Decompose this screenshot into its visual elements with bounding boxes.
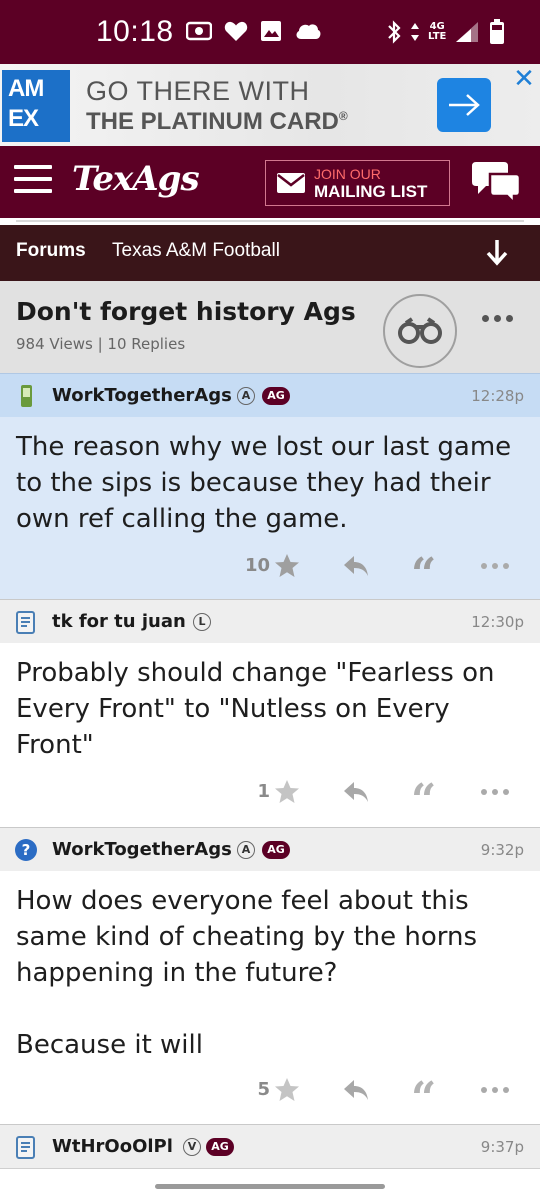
amex-logo: AM EX — [2, 70, 70, 142]
mailing-bottom-label: MAILING LIST — [314, 182, 428, 201]
post-time: 12:28p — [471, 387, 524, 405]
ag-badge: AG — [206, 1138, 234, 1156]
star-count: 10 — [244, 555, 270, 576]
thread-more-icon[interactable] — [482, 315, 516, 327]
thread-header: Don't forget history Ags 984 Views | 10 … — [0, 281, 540, 373]
post: ? WorkTogetherAgs A AG 9:32p How does ev… — [0, 827, 540, 1124]
menu-icon[interactable] — [14, 165, 52, 197]
cloud-icon — [296, 24, 321, 39]
post-text: Probably should change "Fearless on Ever… — [16, 658, 503, 760]
binoculars-icon — [398, 317, 442, 344]
post-more-icon[interactable] — [481, 1087, 511, 1095]
mailing-top-label: JOIN OUR — [314, 166, 381, 182]
battery-icon — [490, 19, 505, 44]
breadcrumb-section[interactable]: Texas A&M Football — [112, 240, 280, 262]
reply-icon[interactable] — [342, 554, 370, 578]
data-arrows-icon — [411, 23, 419, 41]
username[interactable]: WorkTogetherAgs — [52, 839, 232, 860]
envelope-icon — [277, 173, 305, 193]
star-icon[interactable] — [274, 553, 300, 579]
username[interactable]: WtHrOoOlPl — [52, 1136, 173, 1157]
status-left-icons — [186, 20, 322, 42]
post-text: How does everyone feel about this same k… — [16, 886, 478, 1060]
post-time: 9:37p — [480, 1138, 524, 1156]
user-badge: A — [237, 841, 255, 859]
watch-thread-button[interactable] — [383, 294, 457, 368]
phone-user-icon — [21, 385, 32, 407]
post: WorkTogetherAgs A AG 12:28p The reason w… — [0, 373, 540, 599]
reply-icon[interactable] — [342, 1078, 370, 1102]
post: WtHrOoOlPl V AG 9:37p — [0, 1124, 540, 1168]
post-actions: 5 “ — [0, 1075, 540, 1121]
ag-badge: AG — [262, 387, 290, 405]
post-header: ? WorkTogetherAgs A AG 9:32p — [0, 827, 540, 871]
post-header: WorkTogetherAgs A AG 12:28p — [0, 373, 540, 417]
post-time: 9:32p — [480, 841, 524, 859]
post-actions: 1 “ — [0, 777, 540, 823]
post-more-icon[interactable] — [481, 563, 511, 571]
user-badge: L — [193, 613, 211, 631]
arrow-down-icon[interactable] — [484, 238, 510, 266]
username[interactable]: WorkTogetherAgs — [52, 385, 232, 406]
site-header: TexAgs JOIN OUR MAILING LIST — [0, 146, 540, 218]
arrow-right-icon — [449, 94, 480, 116]
star-icon[interactable] — [274, 779, 300, 805]
mailing-list-button[interactable]: JOIN OUR MAILING LIST — [265, 160, 450, 206]
bluetooth-icon — [388, 20, 401, 44]
post-more-icon[interactable] — [481, 789, 511, 797]
user-badge: A — [237, 387, 255, 405]
ad-close-icon[interactable]: ✕ — [510, 66, 538, 94]
star-count: 5 — [257, 1079, 270, 1100]
network-type: 4G LTE — [428, 21, 447, 42]
screen-record-icon — [186, 21, 212, 41]
thread-meta: 984 Views | 10 Replies — [16, 335, 186, 353]
post-header: WtHrOoOlPl V AG 9:37p — [0, 1124, 540, 1168]
heart-icon — [224, 21, 248, 41]
quote-icon[interactable]: “ — [411, 553, 437, 597]
ag-badge: AG — [262, 841, 290, 859]
divider — [0, 218, 540, 225]
ad-cta-button[interactable] — [437, 78, 491, 132]
notepad-user-icon — [16, 1136, 35, 1159]
post-header: tk for tu juan L 12:30p — [0, 599, 540, 643]
star-count: 1 — [257, 781, 270, 802]
quote-icon[interactable]: “ — [411, 779, 437, 823]
ad-headline: GO THERE WITH — [86, 76, 310, 106]
post: tk for tu juan L 12:30p Probably should … — [0, 599, 540, 827]
post-actions: 10 “ — [0, 551, 540, 597]
signal-icon — [456, 22, 479, 42]
gallery-icon — [261, 21, 281, 41]
username[interactable]: tk for tu juan — [52, 611, 186, 632]
question-user-icon: ? — [15, 839, 37, 861]
post-text: The reason why we lost our last game to … — [16, 432, 520, 534]
status-right-icons: 4G LTE — [386, 18, 506, 46]
quote-icon[interactable]: “ — [411, 1077, 437, 1121]
gesture-nav-handle[interactable] — [155, 1184, 385, 1189]
status-time: 10:18 — [96, 15, 174, 48]
user-badge: V — [183, 1138, 201, 1156]
site-logo[interactable]: TexAgs — [72, 159, 200, 199]
ad-banner[interactable]: AM EX GO THERE WITH THE PLATINUM CARD® ✕ — [0, 64, 540, 146]
reply-icon[interactable] — [342, 780, 370, 804]
status-bar: 10:18 4G LTE — [0, 0, 540, 64]
post-time: 12:30p — [471, 613, 524, 631]
svg-text:?: ? — [22, 841, 31, 859]
breadcrumb-forums[interactable]: Forums — [16, 240, 86, 262]
chat-icon[interactable] — [472, 160, 522, 204]
ad-subline: THE PLATINUM CARD® — [86, 108, 348, 135]
thread-title: Don't forget history Ags — [16, 297, 356, 326]
star-icon[interactable] — [274, 1077, 300, 1103]
breadcrumb: Forums Texas A&M Football — [0, 225, 540, 281]
notepad-user-icon — [16, 611, 35, 634]
